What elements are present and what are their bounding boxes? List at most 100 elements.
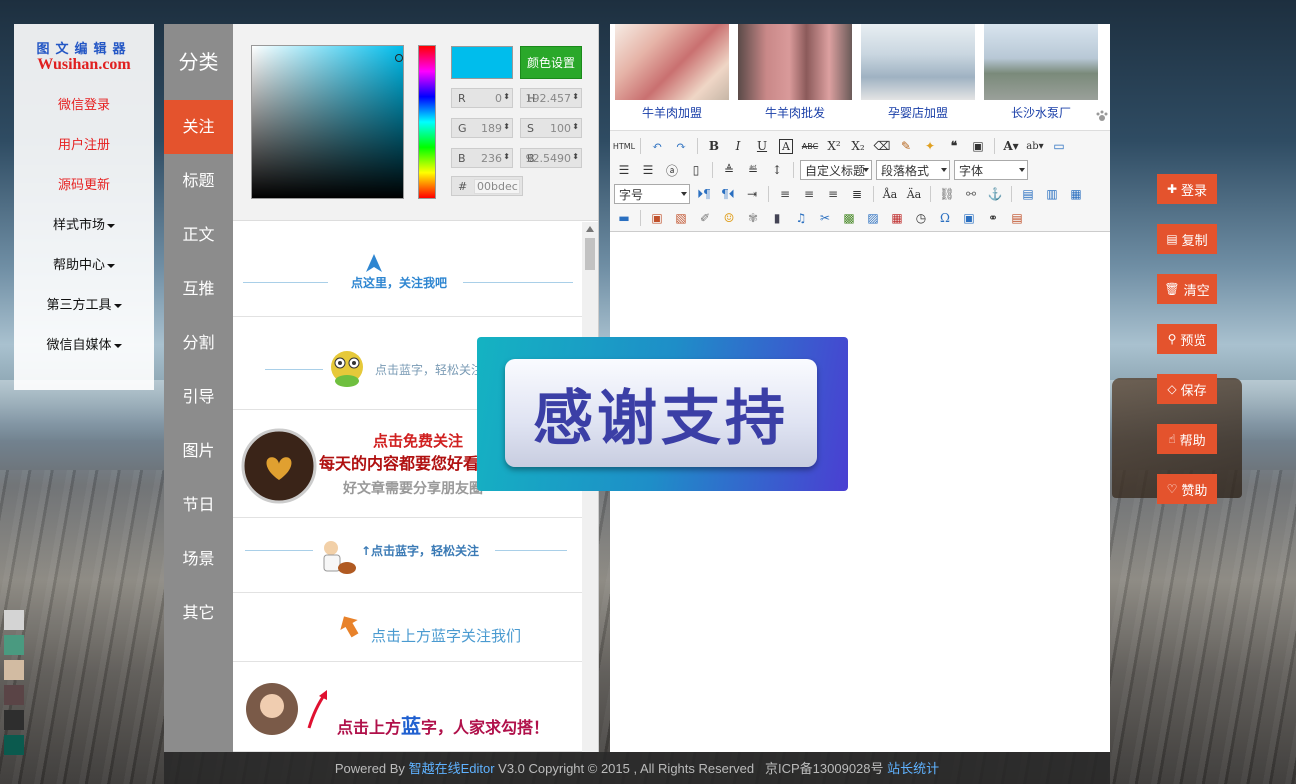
background-color-icon[interactable]: ab▾ [1025, 136, 1045, 156]
image-left-icon[interactable]: ▤ [1018, 184, 1038, 204]
red-field[interactable]: R 0 ⬍ [451, 88, 513, 108]
map-icon[interactable]: ▩ [839, 208, 859, 228]
hue-field[interactable]: H 192.457 ⬍ [520, 88, 582, 108]
saturation-field[interactable]: S 100 ⬍ [520, 118, 582, 138]
footer-stats-link[interactable]: 站长统计 [887, 761, 939, 776]
brightness-field[interactable]: B 92.5490 ⬍ [520, 148, 582, 168]
footer-icp[interactable]: 京ICP备13009028号 [765, 761, 884, 776]
font-family-select[interactable]: 字体 [954, 160, 1028, 180]
nav-source-update[interactable]: 源码更新 [14, 166, 154, 206]
theme-swatch-6[interactable] [4, 735, 24, 755]
nav-register[interactable]: 用户注册 [14, 126, 154, 166]
ad-baby-store[interactable]: 孕婴店加盟 [861, 24, 975, 130]
style-item-follow-4[interactable]: ↑点击蓝字，轻松关注 [233, 518, 583, 593]
video-icon[interactable]: ▮ [767, 208, 787, 228]
style-item-follow-1[interactable]: 点这里，关注我吧 [233, 222, 583, 317]
spinner-icon[interactable]: ⬍ [503, 152, 510, 161]
tab-scene[interactable]: 场景 [164, 532, 233, 586]
search-replace-icon[interactable]: ⚭ [983, 208, 1003, 228]
uppercase-icon[interactable]: Åa [880, 184, 900, 204]
multi-image-icon[interactable]: ▧ [671, 208, 691, 228]
spinner-icon[interactable]: ⬍ [503, 92, 510, 101]
link-icon[interactable]: ⛓ [937, 184, 957, 204]
image-right-icon[interactable]: ▦ [1066, 184, 1086, 204]
line-height-icon[interactable]: ↕ [767, 160, 787, 180]
ad-lamb-wholesale[interactable]: 牛羊肉批发 [738, 24, 852, 130]
nav-wechat-login[interactable]: 微信登录 [14, 86, 154, 126]
theme-swatch-1[interactable] [4, 610, 24, 630]
lowercase-icon[interactable]: Äa [904, 184, 924, 204]
undo-icon[interactable]: ↶ [647, 136, 667, 156]
paragraph-format-select[interactable]: 段落格式 [876, 160, 950, 180]
align-justify-icon[interactable]: ≣ [847, 184, 867, 204]
special-chars-icon[interactable]: Ω [935, 208, 955, 228]
spinner-icon[interactable]: ⬍ [572, 122, 579, 131]
tab-follow[interactable]: 关注 [164, 100, 233, 154]
emoticon-icon[interactable]: ☺ [719, 208, 739, 228]
blue-field[interactable]: B 236 ⬍ [451, 148, 513, 168]
draft-icon[interactable]: ▤ [1007, 208, 1027, 228]
footer-brand-link[interactable]: 智越在线Editor [409, 761, 495, 776]
hex-field[interactable]: #00bdec [451, 176, 523, 196]
ad-water-pump[interactable]: 长沙水泵厂 [984, 24, 1098, 130]
theme-swatch-2[interactable] [4, 635, 24, 655]
font-color-icon[interactable]: A▾ [1001, 136, 1021, 156]
paste-plain-icon[interactable]: ▣ [968, 136, 988, 156]
align-left-icon[interactable]: ≡ [775, 184, 795, 204]
format-brush-icon[interactable]: ✎ [896, 136, 916, 156]
spinner-icon[interactable]: ⬍ [572, 152, 579, 161]
preview-button[interactable]: ⚲ 预览 [1157, 324, 1217, 354]
paw-icon[interactable] [1096, 110, 1108, 122]
superscript-icon[interactable]: X² [824, 136, 844, 156]
unordered-list-icon[interactable]: ☰ [638, 160, 658, 180]
bold-icon[interactable]: B [704, 136, 724, 156]
insert-code-icon[interactable]: ▣ [959, 208, 979, 228]
tab-guide[interactable]: 引导 [164, 370, 233, 424]
blockquote-icon[interactable]: ❝ [944, 136, 964, 156]
thanks-banner[interactable]: 感谢支持 [477, 337, 848, 491]
eraser-icon[interactable]: ⌫ [872, 136, 892, 156]
preview-icon[interactable]: ▭ [1049, 136, 1069, 156]
auto-format-icon[interactable]: ✦ [920, 136, 940, 156]
spinner-icon[interactable]: ⬍ [572, 92, 579, 101]
nav-help-center[interactable]: 帮助中心 [14, 246, 154, 286]
clear-doc-icon[interactable]: ▯ [686, 160, 706, 180]
anchor-icon[interactable]: ⚓ [985, 184, 1005, 204]
theme-swatch-5[interactable] [4, 710, 24, 730]
theme-swatch-3[interactable] [4, 660, 24, 680]
style-item-follow-6[interactable]: 点击上方蓝字，人家求勾搭！ [233, 662, 583, 752]
italic-icon[interactable]: I [728, 136, 748, 156]
subscript-icon[interactable]: X₂ [848, 136, 868, 156]
scrollbar-thumb[interactable] [585, 238, 595, 270]
copy-button[interactable]: ▤ 复制 [1157, 224, 1217, 254]
tab-body[interactable]: 正文 [164, 208, 233, 262]
site-logo[interactable]: 图文编辑器 Wusihan.com [14, 24, 154, 86]
picker-cursor[interactable] [395, 54, 403, 62]
custom-heading-select[interactable]: 自定义标题 [800, 160, 872, 180]
time-icon[interactable]: ◷ [911, 208, 931, 228]
nav-style-market[interactable]: 样式市场 [14, 206, 154, 246]
sponsor-button[interactable]: ♡ 赞助 [1157, 474, 1217, 504]
help-button[interactable]: ☝ 帮助 [1157, 424, 1217, 454]
ltr-icon[interactable]: ⏵¶ [694, 184, 714, 204]
tab-other[interactable]: 其它 [164, 586, 233, 640]
underline-icon[interactable]: U [752, 136, 772, 156]
color-set-button[interactable]: 颜色设置 [520, 46, 582, 79]
row-spacing-top-icon[interactable]: ≜ [719, 160, 739, 180]
saturation-value-area[interactable] [251, 45, 404, 199]
align-center-icon[interactable]: ≡ [799, 184, 819, 204]
tab-holiday[interactable]: 节日 [164, 478, 233, 532]
tab-image[interactable]: 图片 [164, 424, 233, 478]
clear-button[interactable]: 🗑 清空 [1157, 274, 1217, 304]
calendar-icon[interactable]: ▦ [887, 208, 907, 228]
image-none-icon[interactable]: ▥ [1042, 184, 1062, 204]
background-icon[interactable]: ✾ [743, 208, 763, 228]
select-all-icon[interactable]: ⓐ [662, 160, 682, 180]
login-button[interactable]: ✚ 登录 [1157, 174, 1217, 204]
tab-title[interactable]: 标题 [164, 154, 233, 208]
scrawl-icon[interactable]: ✐ [695, 208, 715, 228]
ad-lamb-franchise[interactable]: 牛羊肉加盟 [615, 24, 729, 130]
row-spacing-bottom-icon[interactable]: ≝ [743, 160, 763, 180]
scroll-up-icon[interactable] [586, 226, 594, 232]
music-icon[interactable]: ♫ [791, 208, 811, 228]
